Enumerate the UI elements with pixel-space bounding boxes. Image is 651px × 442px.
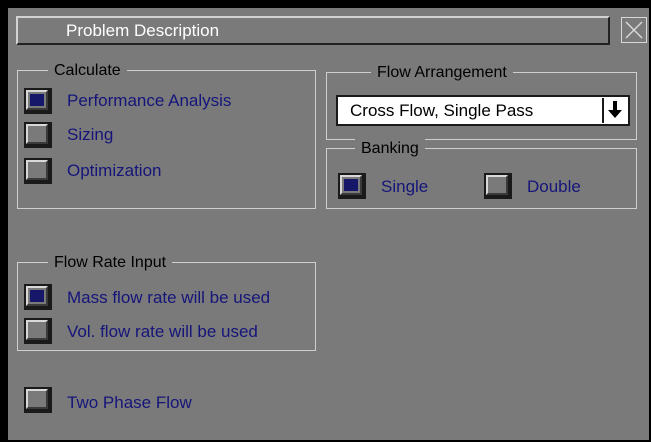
dialog-title: Problem Description: [66, 21, 220, 40]
flow-arrangement-legend: Flow Arrangement: [371, 63, 513, 83]
flow-rate-input-legend: Flow Rate Input: [48, 253, 173, 273]
performance-analysis-label[interactable]: Performance Analysis: [67, 91, 231, 111]
calculate-legend: Calculate: [48, 61, 127, 81]
dropdown-button[interactable]: [602, 98, 626, 123]
arrow-down-icon: [608, 101, 622, 118]
vol-flow-label[interactable]: Vol. flow rate will be used: [67, 322, 258, 342]
banking-double-label[interactable]: Double: [527, 177, 581, 197]
problem-description-dialog: Problem Description Calculate Performanc…: [0, 0, 651, 442]
performance-analysis-checkbox[interactable]: [24, 88, 52, 114]
flow-arrangement-select[interactable]: Cross Flow, Single Pass: [336, 95, 630, 126]
mass-flow-label[interactable]: Mass flow rate will be used: [67, 288, 270, 308]
close-button[interactable]: [621, 17, 647, 43]
banking-single-checkbox[interactable]: [338, 173, 366, 199]
optimization-checkbox[interactable]: [24, 158, 52, 184]
sizing-checkbox[interactable]: [24, 122, 52, 148]
banking-group: Banking: [326, 139, 637, 209]
sizing-label[interactable]: Sizing: [67, 125, 113, 145]
two-phase-flow-checkbox[interactable]: [24, 387, 52, 413]
banking-single-label[interactable]: Single: [381, 177, 428, 197]
vol-flow-checkbox[interactable]: [24, 318, 52, 344]
flow-arrangement-value: Cross Flow, Single Pass: [350, 101, 534, 120]
title-bar: Problem Description: [16, 16, 610, 45]
banking-double-checkbox[interactable]: [484, 173, 512, 199]
two-phase-flow-label[interactable]: Two Phase Flow: [67, 393, 192, 413]
optimization-label[interactable]: Optimization: [67, 161, 161, 181]
banking-legend: Banking: [355, 139, 425, 159]
mass-flow-checkbox[interactable]: [24, 284, 52, 310]
close-x-icon: [625, 21, 643, 39]
